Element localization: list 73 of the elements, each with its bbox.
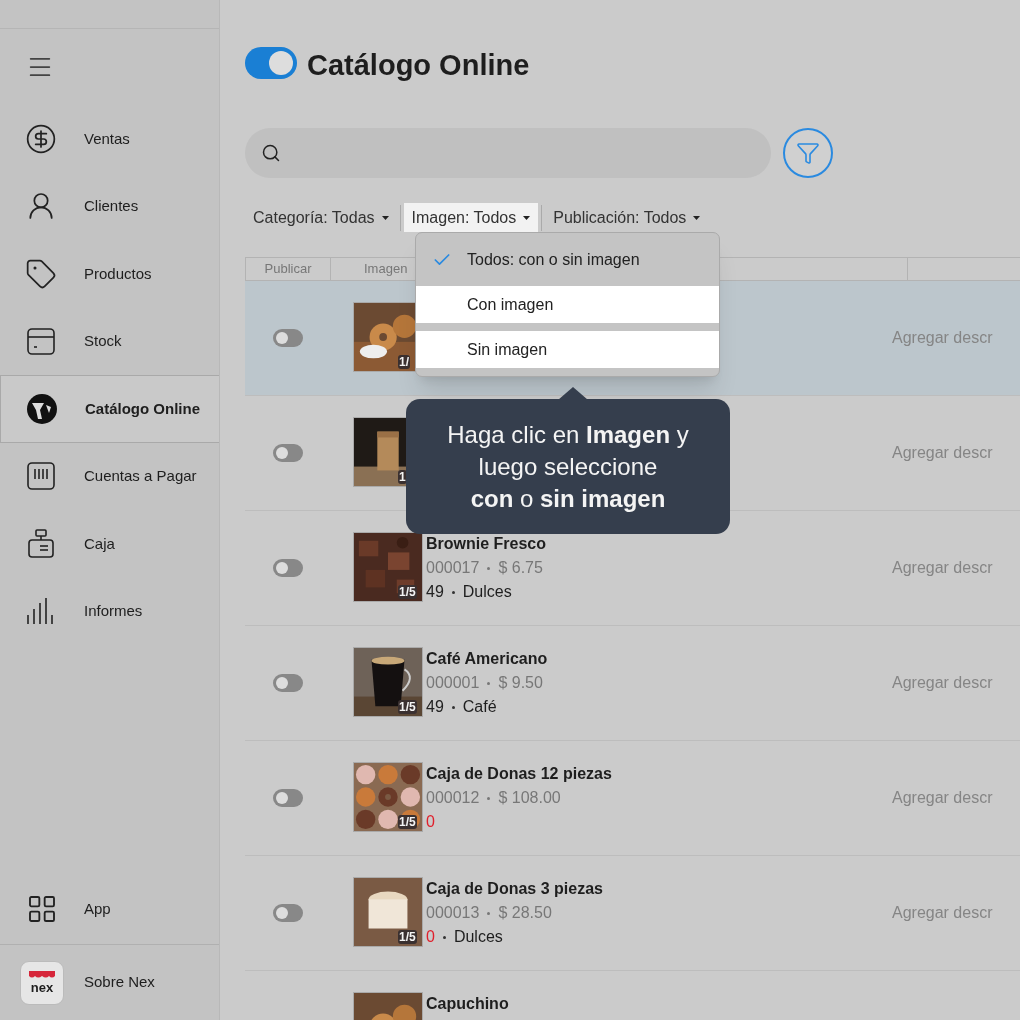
product-row[interactable]: 1/5 Caja de Donas 3 piezas 000013 $ 28.50 0 Dulces Agregar descr (245, 856, 1020, 971)
filter-dropdown[interactable]: Imagen: Todos (403, 203, 539, 232)
sidebar-item[interactable]: Caja (0, 510, 219, 578)
publish-toggle[interactable] (272, 789, 303, 807)
product-price: $ 28.50 (498, 903, 552, 923)
column-header: Imagen (364, 260, 408, 279)
page-title: Catálogo Online (307, 48, 530, 83)
stock-count: 0 (426, 927, 435, 947)
search-icon (261, 143, 281, 163)
publish-toggle[interactable] (272, 559, 303, 577)
toggle-logo-icon (245, 47, 297, 79)
sidebar-item[interactable]: Clientes (0, 172, 219, 240)
dropdown-option[interactable]: Sin imagen (416, 331, 719, 368)
dollar-icon (25, 122, 57, 155)
product-category: Dulces (462, 582, 512, 602)
dropdown-option[interactable]: Con imagen (416, 286, 719, 323)
publish-toggle[interactable] (272, 674, 303, 692)
product-name: Café Americano (426, 649, 549, 669)
product-name: Caja de Donas 3 piezas (426, 879, 604, 899)
stock-count: 49 (426, 582, 444, 602)
dropdown-option[interactable]: Todos: con o sin imagen (416, 241, 719, 278)
column-header: Publicar (264, 260, 312, 279)
product-code: 000017 (426, 558, 480, 578)
product-name: Capuchino (426, 994, 510, 1014)
tooltip-text: Haga clic en Imagen y luego seleccione con o sin imagen (447, 419, 689, 514)
product-price: $ 6.75 (498, 558, 543, 578)
product-price: $ 9.50 (498, 673, 543, 693)
product-row[interactable]: Capuchino (245, 971, 1020, 1020)
sidebar-item[interactable]: Catálogo Online (0, 375, 219, 443)
sidebar-item[interactable]: Informes (0, 577, 219, 645)
image-counter: 1/5 (398, 700, 417, 714)
filter-icon (796, 141, 820, 165)
product-row[interactable]: 1/5 Café Americano 000001 $ 9.50 49 Café Agregar descr (245, 626, 1020, 741)
sidebar-item[interactable]: Productos (0, 240, 219, 308)
filter-button[interactable] (783, 128, 833, 178)
cash-register-icon (25, 527, 57, 560)
publish-toggle[interactable] (272, 329, 303, 347)
sidebar-item[interactable]: Stock (0, 307, 219, 375)
app-item[interactable]: App (0, 874, 219, 944)
product-row[interactable]: 1/5 Caja de Donas 12 piezas 000012 $ 108.00 0 Agregar descr (245, 741, 1020, 856)
product-code: 000013 (426, 903, 480, 923)
tag-icon (25, 257, 57, 290)
sidebar-item[interactable]: Ventas (0, 105, 219, 173)
sidebar-item[interactable]: Cuentas a Pagar (0, 442, 219, 510)
stock-count: 0 (426, 812, 435, 832)
product-code: 000012 (426, 788, 480, 808)
awning-icon (29, 971, 55, 979)
image-counter: 1/ (398, 355, 410, 369)
stock-count: 49 (426, 697, 444, 717)
globe-icon (26, 392, 58, 425)
product-price: $ 108.00 (498, 788, 561, 808)
product-name: Brownie Fresco (426, 534, 548, 554)
publish-toggle[interactable] (272, 444, 303, 462)
filter-dropdown[interactable]: Categoría: Todas (245, 203, 397, 232)
image-counter: 1/5 (398, 585, 417, 599)
search-field[interactable] (245, 128, 771, 178)
image-counter: 1/5 (398, 930, 417, 944)
caret-icon (523, 215, 531, 220)
caret-icon (381, 215, 389, 220)
product-code: 000001 (426, 673, 480, 693)
product-category: Café (462, 697, 497, 717)
filter-dropdown[interactable]: Publicación: Todos (545, 203, 709, 232)
caret-icon (693, 215, 701, 220)
image-counter: 1/5 (398, 815, 417, 829)
about-item[interactable]: nex Sobre Nex (0, 944, 219, 1020)
nex-logo: nex (20, 960, 64, 1005)
product-category: Dulces (453, 927, 503, 947)
product-name: Caja de Donas 12 piezas (426, 764, 613, 784)
publish-toggle[interactable] (272, 904, 303, 922)
box-icon (25, 325, 57, 358)
grid-icon (26, 893, 58, 925)
barcode-icon (25, 460, 57, 493)
image-counter: 1 (398, 470, 407, 484)
